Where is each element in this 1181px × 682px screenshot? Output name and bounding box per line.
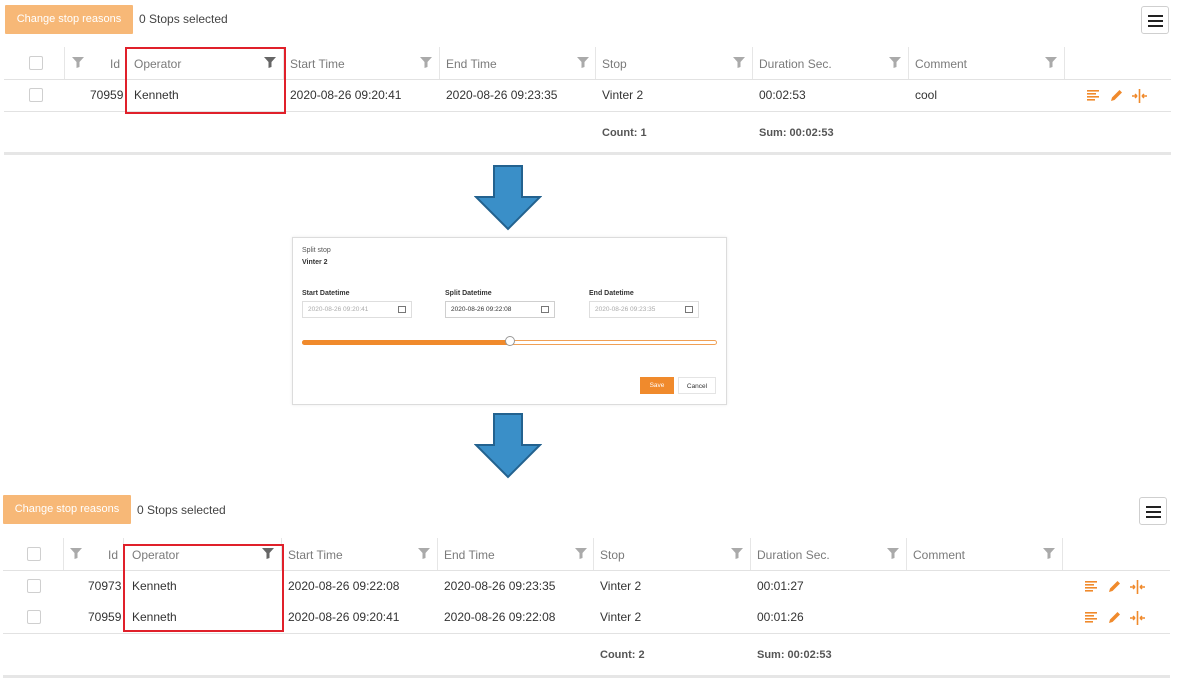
filter-icon[interactable]	[887, 548, 899, 559]
calendar-icon[interactable]	[398, 306, 406, 313]
cell-id: 70973	[88, 579, 122, 593]
cell-end-time: 2020-08-26 09:22:08	[444, 610, 556, 624]
cell-duration: 00:02:53	[759, 88, 806, 102]
start-datetime-value: 2020-08-26 09:20:41	[308, 306, 369, 313]
cell-id: 70959	[88, 610, 122, 624]
filter-icon[interactable]	[731, 548, 743, 559]
cell-start-time: 2020-08-26 09:22:08	[288, 579, 400, 593]
row-actions	[1085, 611, 1145, 625]
row-checkbox[interactable]	[27, 610, 41, 624]
col-header-duration[interactable]: Duration Sec.	[757, 548, 830, 562]
row-actions	[1087, 89, 1147, 103]
filter-icon[interactable]	[575, 548, 587, 559]
split-datetime-input[interactable]: 2020-08-26 09:22:08	[445, 301, 555, 318]
operator-highlight-box	[123, 544, 284, 632]
menu-icon	[1148, 15, 1163, 17]
col-header-duration[interactable]: Duration Sec.	[759, 57, 832, 71]
grid-menu-button[interactable]	[1139, 497, 1167, 525]
split-icon[interactable]	[1130, 580, 1145, 594]
end-datetime-value: 2020-08-26 09:23:35	[595, 306, 656, 313]
down-arrow	[474, 165, 542, 231]
cell-stop: Vinter 2	[600, 579, 642, 593]
change-stop-reasons-button[interactable]: Change stop reasons	[3, 495, 131, 524]
split-stop-dialog: Split stop Vinter 2 Start Datetime 2020-…	[292, 237, 727, 405]
cancel-button[interactable]: Cancel	[678, 377, 716, 394]
select-all-checkbox[interactable]	[29, 56, 43, 70]
edit-icon[interactable]	[1108, 611, 1121, 624]
filter-icon[interactable]	[733, 57, 745, 68]
col-header-stop[interactable]: Stop	[600, 548, 625, 562]
cell-start-time: 2020-08-26 09:20:41	[290, 88, 402, 102]
split-icon[interactable]	[1130, 611, 1145, 625]
split-slider-fill	[302, 340, 510, 345]
cell-comment: cool	[915, 88, 938, 102]
filter-icon[interactable]	[1043, 548, 1055, 559]
dialog-subtitle: Vinter 2	[302, 259, 328, 266]
filter-icon[interactable]	[418, 548, 430, 559]
filter-icon[interactable]	[72, 57, 84, 68]
split-slider-thumb[interactable]	[504, 336, 515, 346]
filter-icon[interactable]	[577, 57, 589, 68]
col-header-start-time[interactable]: Start Time	[288, 548, 343, 562]
start-datetime-input[interactable]: 2020-08-26 09:20:41	[302, 301, 412, 318]
filter-icon[interactable]	[70, 548, 82, 559]
row-checkbox[interactable]	[27, 579, 41, 593]
sum-label: Sum: 00:02:53	[757, 649, 832, 661]
calendar-icon[interactable]	[541, 306, 549, 313]
end-datetime-label: End Datetime	[589, 290, 634, 297]
split-datetime-label: Split Datetime	[445, 290, 492, 297]
filter-icon[interactable]	[1045, 57, 1057, 68]
col-header-id[interactable]: Id	[110, 57, 120, 71]
end-datetime-input[interactable]: 2020-08-26 09:23:35	[589, 301, 699, 318]
grid-menu-button[interactable]	[1141, 6, 1169, 34]
sum-label: Sum: 00:02:53	[759, 127, 834, 139]
col-header-stop[interactable]: Stop	[602, 57, 627, 71]
operator-highlight-box	[125, 47, 286, 114]
row-checkbox[interactable]	[29, 88, 43, 102]
filter-icon[interactable]	[420, 57, 432, 68]
details-icon[interactable]	[1085, 611, 1097, 623]
save-button[interactable]: Save	[640, 377, 674, 394]
split-datetime-value: 2020-08-26 09:22:08	[451, 306, 512, 313]
cell-duration: 00:01:26	[757, 610, 804, 624]
start-datetime-label: Start Datetime	[302, 290, 350, 297]
cell-id: 70959	[90, 88, 124, 102]
details-icon[interactable]	[1087, 89, 1099, 101]
menu-icon	[1146, 506, 1161, 508]
edit-icon[interactable]	[1108, 580, 1121, 593]
col-header-start-time[interactable]: Start Time	[290, 57, 345, 71]
split-icon[interactable]	[1132, 89, 1147, 103]
stops-selected-label: 0 Stops selected	[137, 503, 226, 517]
details-icon[interactable]	[1085, 580, 1097, 592]
filter-icon[interactable]	[889, 57, 901, 68]
cell-end-time: 2020-08-26 09:23:35	[446, 88, 558, 102]
change-stop-reasons-button[interactable]: Change stop reasons	[5, 5, 133, 34]
col-header-comment[interactable]: Comment	[915, 57, 967, 71]
cell-duration: 00:01:27	[757, 579, 804, 593]
count-label: Count: 1	[602, 127, 647, 139]
select-all-checkbox[interactable]	[27, 547, 41, 561]
count-label: Count: 2	[600, 649, 645, 661]
down-arrow	[474, 413, 542, 479]
col-header-end-time[interactable]: End Time	[444, 548, 495, 562]
col-header-id[interactable]: Id	[108, 548, 118, 562]
dialog-title: Split stop	[302, 247, 331, 254]
row-actions	[1085, 580, 1145, 594]
cell-end-time: 2020-08-26 09:23:35	[444, 579, 556, 593]
cell-stop: Vinter 2	[600, 610, 642, 624]
stops-selected-label: 0 Stops selected	[139, 12, 228, 26]
col-header-end-time[interactable]: End Time	[446, 57, 497, 71]
cell-stop: Vinter 2	[602, 88, 644, 102]
edit-icon[interactable]	[1110, 89, 1123, 102]
cell-start-time: 2020-08-26 09:20:41	[288, 610, 400, 624]
calendar-icon[interactable]	[685, 306, 693, 313]
col-header-comment[interactable]: Comment	[913, 548, 965, 562]
